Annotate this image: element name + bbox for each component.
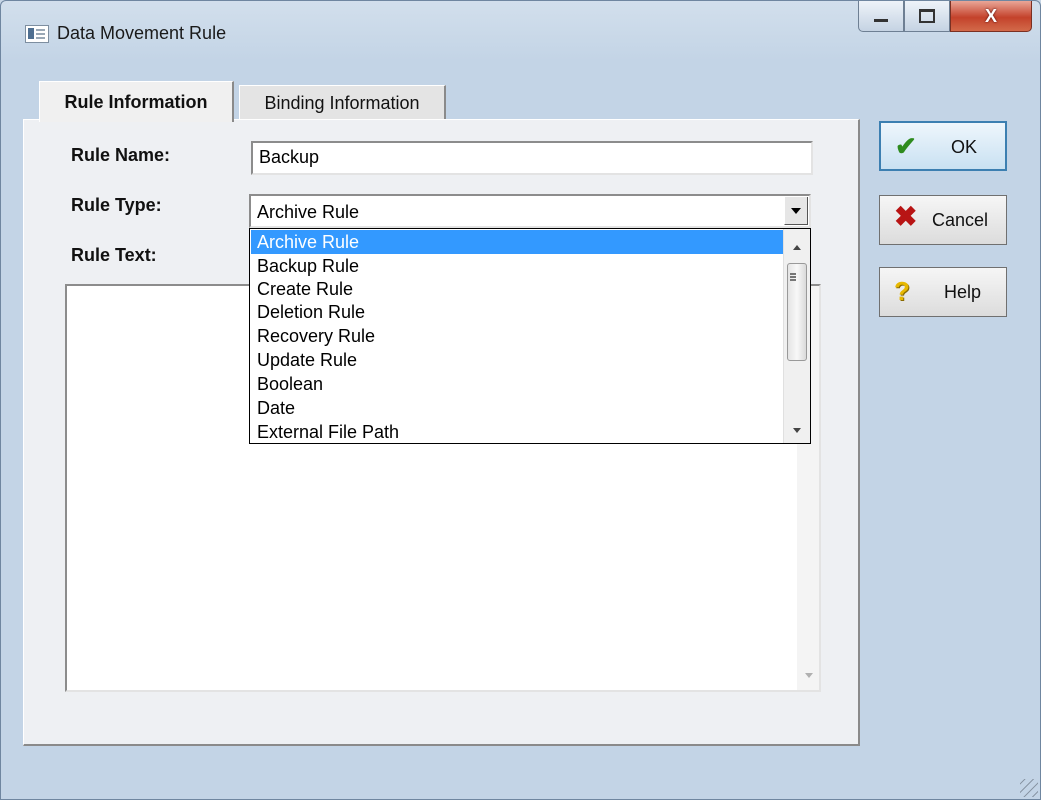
dropdown-option-external-file-path[interactable]: External File Path xyxy=(251,420,783,444)
window-controls: X xyxy=(858,1,1032,32)
scroll-down-icon[interactable] xyxy=(793,428,801,433)
rule-type-dropdown-list: Archive Rule Backup Rule Create Rule Del… xyxy=(249,228,811,444)
resize-grip-icon[interactable] xyxy=(1020,779,1038,797)
app-window-icon xyxy=(25,25,49,43)
dropdown-option-archive-rule[interactable]: Archive Rule xyxy=(251,230,783,254)
cancel-button-label: Cancel xyxy=(932,210,989,230)
help-button-label: Help xyxy=(944,282,982,302)
checkmark-icon: ✔ xyxy=(895,131,917,161)
close-icon: X xyxy=(984,5,997,26)
rule-name-label: Rule Name: xyxy=(71,145,171,165)
x-icon: ✖ xyxy=(894,201,918,232)
maximize-button[interactable] xyxy=(904,1,950,32)
rule-text-label: Rule Text: xyxy=(71,245,157,265)
cancel-button[interactable]: ✖ Cancel xyxy=(879,195,1007,245)
rule-type-label: Rule Type: xyxy=(71,195,162,215)
rule-name-input[interactable]: Backup xyxy=(251,141,813,175)
dropdown-toggle-button[interactable] xyxy=(784,197,808,225)
window-title: Data Movement Rule xyxy=(57,23,227,43)
minimize-icon xyxy=(874,18,888,22)
close-button[interactable]: X xyxy=(950,1,1032,32)
tab-binding-information[interactable]: Binding Information xyxy=(239,85,446,120)
minimize-button[interactable] xyxy=(858,1,904,32)
tab-rule-information[interactable]: Rule Information xyxy=(39,81,234,122)
dropdown-option-recovery-rule[interactable]: Recovery Rule xyxy=(251,324,783,348)
dialog-window: Data Movement Rule X Rule Information Bi… xyxy=(0,0,1041,800)
dropdown-option-create-rule[interactable]: Create Rule xyxy=(251,277,783,301)
dropdown-option-deletion-rule[interactable]: Deletion Rule xyxy=(251,300,783,324)
help-button[interactable]: ? Help xyxy=(879,267,1007,317)
dropdown-option-date[interactable]: Date xyxy=(251,396,783,420)
scrollbar-grip-icon xyxy=(790,273,796,275)
dropdown-option-backup-rule[interactable]: Backup Rule xyxy=(251,254,783,278)
scroll-down-icon xyxy=(805,673,813,678)
dropdown-option-update-rule[interactable]: Update Rule xyxy=(251,348,783,372)
ok-button[interactable]: ✔ OK xyxy=(879,121,1007,171)
rule-type-select[interactable]: Archive Rule xyxy=(249,194,811,228)
scroll-up-icon[interactable] xyxy=(793,245,801,250)
ok-button-label: OK xyxy=(951,137,978,157)
dropdown-scrollbar[interactable] xyxy=(783,229,810,443)
maximize-icon xyxy=(919,9,935,23)
chevron-down-icon xyxy=(791,207,801,214)
scrollbar-thumb[interactable] xyxy=(787,263,807,361)
dropdown-option-boolean[interactable]: Boolean xyxy=(251,372,783,396)
title-bar[interactable]: Data Movement Rule X xyxy=(1,1,1040,45)
question-icon: ? xyxy=(894,276,910,306)
rule-type-value: Archive Rule xyxy=(257,202,360,222)
